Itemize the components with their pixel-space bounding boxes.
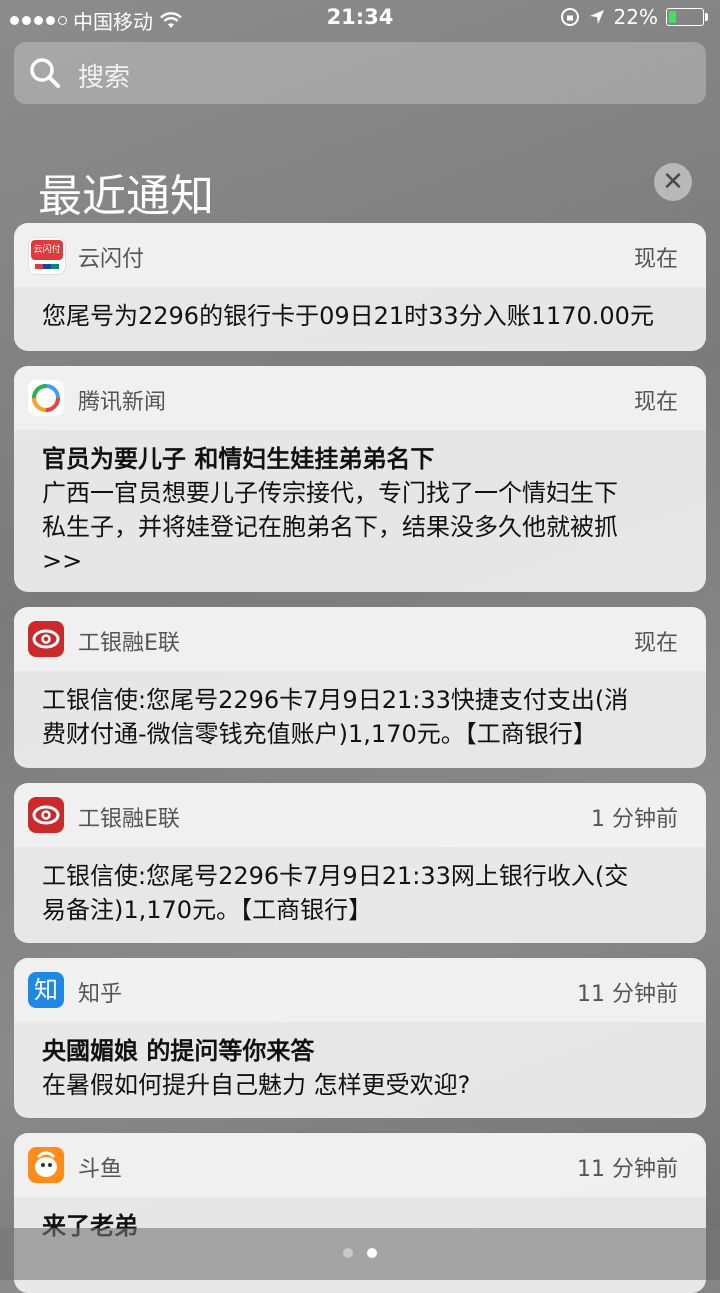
battery-percent: 22% xyxy=(613,5,658,29)
notification-card[interactable]: 知 知乎 11 分钟前 央國媚娘 的提问等你来答 在暑假如何提升自己魅力 怎样更… xyxy=(14,958,706,1118)
notification-body: 您尾号为2296的银行卡于09日21时33分入账1170.00元 xyxy=(14,287,706,351)
body-line: 在暑假如何提升自己魅力 怎样更受欢迎? xyxy=(42,1071,471,1099)
notification-body: 工银信使:您尾号2296卡7月9日21:33网上银行收入(交 易备注)1,170… xyxy=(14,847,706,943)
app-name: 知乎 xyxy=(78,982,123,1007)
notification-title: 官员为要儿子 和情妇生娃挂弟弟名下 xyxy=(42,445,435,473)
notification-time: 现在 xyxy=(633,390,678,415)
notification-header: 工银融E联 1 分钟前 xyxy=(14,783,706,847)
body-line: 私生子，并将娃登记在胞弟名下，结果没多久他就被抓 xyxy=(42,513,618,541)
page-dot-active[interactable] xyxy=(367,1248,377,1258)
tencent-news-app-icon xyxy=(28,380,64,416)
notification-header: 工银融E联 现在 xyxy=(14,607,706,671)
app-name: 腾讯新闻 xyxy=(78,390,167,415)
search-placeholder[interactable]: 搜索 xyxy=(78,57,130,94)
page-indicator[interactable] xyxy=(0,1248,720,1258)
section-title: 最近通知 xyxy=(38,171,214,222)
notification-header: 腾讯新闻 现在 xyxy=(14,366,706,430)
notification-header: 斗鱼 11 分钟前 xyxy=(14,1133,706,1197)
notification-card[interactable]: 腾讯新闻 现在 官员为要儿子 和情妇生娃挂弟弟名下 广西一官员想要儿子传宗接代，… xyxy=(14,366,706,592)
rotation-lock-icon xyxy=(560,8,579,26)
page-dot[interactable] xyxy=(343,1248,353,1258)
location-icon xyxy=(589,10,604,24)
battery-icon xyxy=(666,8,708,26)
notification-card[interactable]: 工银融E联 1 分钟前 工银信使:您尾号2296卡7月9日21:33网上银行收入… xyxy=(14,783,706,943)
notification-time: 1 分钟前 xyxy=(591,807,678,832)
douyu-app-icon xyxy=(28,1147,64,1183)
search-bar[interactable]: 搜索 xyxy=(14,42,706,104)
notification-time: 现在 xyxy=(633,631,678,656)
unionpay-app-icon: 云闪付 xyxy=(28,237,66,275)
body-line: 广西一官员想要儿子传宗接代，专门找了一个情妇生下 xyxy=(42,479,618,507)
app-name: 工银融E联 xyxy=(78,807,180,832)
notification-card[interactable]: 云闪付 云闪付 现在 您尾号为2296的银行卡于09日21时33分入账1170.… xyxy=(14,223,706,351)
notification-time: 11 分钟前 xyxy=(577,982,678,1007)
notification-card[interactable]: 工银融E联 现在 工银信使:您尾号2296卡7月9日21:33快捷支付支出(消 … xyxy=(14,607,706,768)
notification-body: 央國媚娘 的提问等你来答 在暑假如何提升自己魅力 怎样更受欢迎? xyxy=(14,1022,706,1118)
search-icon xyxy=(30,58,60,88)
close-icon: ✕ xyxy=(662,167,684,197)
app-name: 斗鱼 xyxy=(78,1157,123,1182)
notification-header: 知 知乎 11 分钟前 xyxy=(14,958,706,1022)
body-line: 费财付通-微信零钱充值账户)1,170元。【工商银行】 xyxy=(42,720,597,748)
status-right: 22% xyxy=(560,5,708,29)
notification-title: 央國媚娘 的提问等你来答 xyxy=(42,1037,315,1065)
body-line: >> xyxy=(42,547,83,575)
notification-time: 11 分钟前 xyxy=(577,1157,678,1182)
icbc-app-icon xyxy=(28,621,64,657)
notification-body: 官员为要儿子 和情妇生娃挂弟弟名下 广西一官员想要儿子传宗接代，专门找了一个情妇… xyxy=(14,430,706,592)
notification-body: 工银信使:您尾号2296卡7月9日21:33快捷支付支出(消 费财付通-微信零钱… xyxy=(14,671,706,768)
notification-header: 云闪付 云闪付 现在 xyxy=(14,223,706,287)
body-line: 您尾号为2296的银行卡于09日21时33分入账1170.00元 xyxy=(42,302,654,330)
status-bar: 中国移动 21:34 22% xyxy=(0,0,720,36)
zhihu-app-icon: 知 xyxy=(28,972,64,1008)
clear-notifications-button[interactable]: ✕ xyxy=(654,163,692,201)
body-line: 工银信使:您尾号2296卡7月9日21:33网上银行收入(交 xyxy=(42,862,629,890)
body-line: 易备注)1,170元。【工商银行】 xyxy=(42,896,373,924)
icbc-app-icon xyxy=(28,797,64,833)
app-name: 云闪付 xyxy=(78,247,145,272)
app-name: 工银融E联 xyxy=(78,631,180,656)
body-line: 工银信使:您尾号2296卡7月9日21:33快捷支付支出(消 xyxy=(42,686,629,714)
notification-time: 现在 xyxy=(633,247,678,272)
